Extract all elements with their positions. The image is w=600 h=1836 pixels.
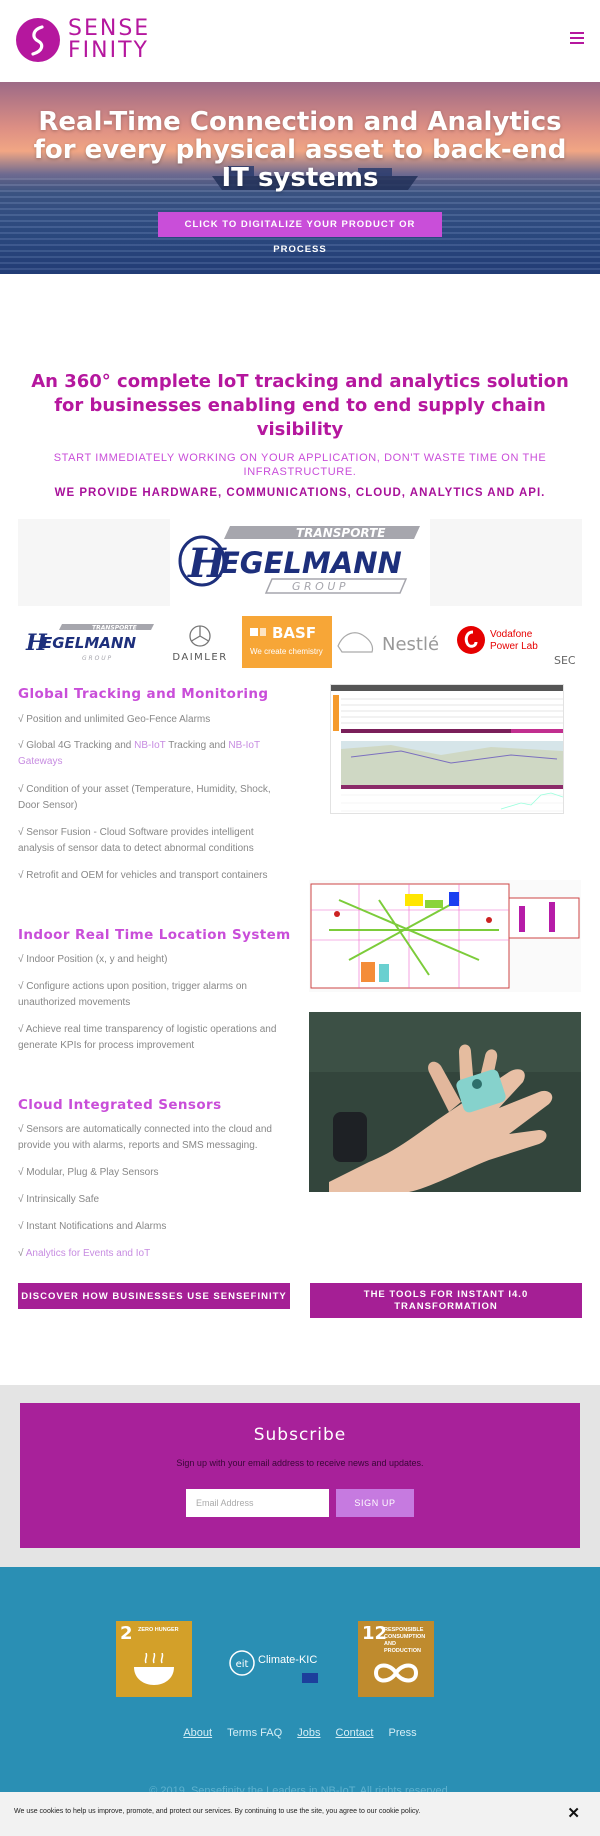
hegelmann-logo: TRANSPORTE H EGELMANN G R O U P bbox=[170, 519, 430, 606]
sign-up-button[interactable]: SIGN UP bbox=[336, 1489, 414, 1517]
sdg-zero-hunger-badge[interactable]: 2 ZERO HUNGER bbox=[116, 1621, 192, 1697]
client-logo-hegelmann: TRANSPORTE H EGELMANN G R O U P bbox=[22, 616, 156, 668]
eit-circle-icon: eit bbox=[229, 1650, 255, 1676]
logo-line-1: SENSE bbox=[68, 16, 151, 41]
client-logo-daimler: DAIMLER bbox=[160, 616, 240, 668]
hero-title: Real-Time Connection and Analytics for e… bbox=[33, 107, 567, 193]
cookie-text: We use cookies to help us improve, promo… bbox=[14, 1808, 421, 1815]
global-bullet-4: √ Sensor Fusion - Cloud Software provide… bbox=[18, 827, 254, 854]
hegelmann-banner: TRANSPORTE H EGELMANN G R O U P bbox=[18, 519, 582, 606]
analytics-events-link[interactable]: Analytics for Events and IoT bbox=[26, 1248, 151, 1259]
cloud-bullet-3: √ Intrinsically Safe bbox=[18, 1194, 100, 1205]
tools-transformation-button[interactable]: THE TOOLS FOR INSTANT I4.0 TRANSFORMATIO… bbox=[310, 1283, 582, 1318]
logo-line-2: FINITY bbox=[68, 38, 149, 63]
global-bullet-2: √ Global 4G Tracking and NB-IoT Tracking… bbox=[18, 738, 292, 770]
global-bullet-2-text-b: Tracking and bbox=[165, 740, 229, 751]
client-nestle-text: Nestlé bbox=[382, 634, 439, 655]
footer-link-terms-faq[interactable]: Terms FAQ bbox=[227, 1727, 282, 1739]
client-basf-sub: We create chemistry bbox=[250, 647, 323, 656]
indoor-bullet-1: √ Indoor Position (x, y and height) bbox=[18, 954, 168, 965]
hero-banner: Real-Time Connection and Analytics for e… bbox=[0, 82, 600, 274]
footer-link-about[interactable]: About bbox=[183, 1727, 212, 1739]
climate-kic-logo[interactable]: eit Climate-KIC bbox=[228, 1649, 322, 1691]
climate-kic-text: Climate-KIC bbox=[258, 1654, 318, 1666]
footer-link-jobs[interactable]: Jobs bbox=[297, 1727, 320, 1739]
footer-links: About Terms FAQ Jobs Contact Press bbox=[0, 1727, 600, 1739]
cloud-bullet-4: √ Instant Notifications and Alarms bbox=[18, 1221, 167, 1232]
sdg-2-number: 2 bbox=[120, 1623, 133, 1644]
sensefinity-logo-icon[interactable] bbox=[16, 18, 60, 62]
client-hegelmann-sub: G R O U P bbox=[82, 655, 112, 662]
client-basf-text: BASF bbox=[272, 624, 316, 642]
intro-heading: An 360° complete IoT tracking and analyt… bbox=[31, 371, 569, 440]
footer-link-contact[interactable]: Contact bbox=[336, 1727, 374, 1739]
cloud-bullet-1: √ Sensors are automatically connected in… bbox=[18, 1124, 272, 1151]
logo-wordmark[interactable]: SENSE FINITY bbox=[68, 18, 150, 62]
subscribe-text: Sign up with your email address to recei… bbox=[176, 1458, 424, 1468]
client-logo-sec: SEC bbox=[552, 616, 600, 668]
client-sec-text: SEC bbox=[554, 654, 576, 667]
cloud-sensors-title: Cloud Integrated Sensors bbox=[18, 1097, 222, 1113]
hegelmann-top-text: TRANSPORTE bbox=[296, 526, 386, 540]
hegelmann-main-text: EGELMANN bbox=[220, 546, 402, 580]
client-daimler-text: DAIMLER bbox=[172, 652, 227, 663]
sensor-on-hand-photo bbox=[309, 1012, 581, 1192]
eit-mark-text: eit bbox=[236, 1659, 249, 1670]
page: SENSE FINITY Real-Time Connection and An… bbox=[0, 0, 600, 1836]
client-hegelmann-main: EGELMANN bbox=[42, 634, 136, 652]
client-logo-nestle: Nestlé bbox=[334, 616, 448, 668]
indoor-floorplan-image bbox=[309, 880, 581, 992]
global-bullet-3: √ Condition of your asset (Temperature, … bbox=[18, 784, 271, 811]
subscribe-box: Subscribe Sign up with your email addres… bbox=[20, 1403, 580, 1548]
nbiot-link[interactable]: NB-IoT bbox=[134, 740, 166, 751]
sdg-12-label: RESPONSIBLE CONSUMPTION AND PRODUCTION bbox=[384, 1627, 426, 1654]
intro-subtitle-bold: WE PROVIDE HARDWARE, COMMUNICATIONS, CLO… bbox=[54, 487, 546, 499]
eu-flag-icon bbox=[302, 1673, 318, 1683]
global-bullet-1: √ Position and unlimited Geo-Fence Alarm… bbox=[18, 714, 211, 725]
footer-link-press[interactable]: Press bbox=[389, 1727, 417, 1739]
tracking-dashboard-image bbox=[330, 684, 564, 814]
client-logo-basf: BASF We create chemistry bbox=[242, 616, 332, 668]
client-logo-vodafone: Vodafone Power Lab bbox=[454, 616, 548, 668]
cookie-banner: We use cookies to help us improve, promo… bbox=[0, 1792, 600, 1836]
sdg-2-label: ZERO HUNGER bbox=[138, 1627, 179, 1633]
discover-businesses-button[interactable]: DISCOVER HOW BUSINESSES USE SENSEFINITY bbox=[18, 1283, 290, 1309]
hamburger-icon[interactable] bbox=[570, 32, 584, 44]
site-header: SENSE FINITY bbox=[0, 0, 600, 82]
global-bullet-5: √ Retrofit and OEM for vehicles and tran… bbox=[18, 870, 268, 881]
digitalize-cta-button[interactable]: CLICK TO DIGITALIZE YOUR PRODUCT OR PROC… bbox=[158, 212, 442, 255]
indoor-bullet-2: √ Configure actions upon position, trigg… bbox=[18, 981, 247, 1008]
intro-subtitle: START IMMEDIATELY WORKING ON YOUR APPLIC… bbox=[53, 452, 547, 478]
cloud-bullet-2: √ Modular, Plug & Play Sensors bbox=[18, 1167, 159, 1178]
subscribe-title: Subscribe bbox=[253, 1425, 347, 1445]
client-vodafone-sub: Power Lab bbox=[490, 641, 538, 652]
bowl-icon bbox=[134, 1653, 174, 1685]
cloud-bullet-5: √ Analytics for Events and IoT bbox=[18, 1246, 292, 1262]
infinity-loop-icon bbox=[373, 1663, 419, 1683]
client-vodafone-text: Vodafone bbox=[490, 629, 533, 640]
client-logos-row: TRANSPORTE H EGELMANN G R O U P DAIMLER … bbox=[0, 616, 600, 668]
close-icon[interactable]: ✕ bbox=[567, 1804, 580, 1822]
cloud-bullet-5-prefix: √ bbox=[18, 1248, 26, 1259]
client-hegelmann-top: TRANSPORTE bbox=[92, 625, 138, 632]
email-field[interactable] bbox=[186, 1489, 329, 1517]
hegelmann-sub-text: G R O U P bbox=[292, 580, 346, 593]
global-bullet-2-text-a: √ Global 4G Tracking and bbox=[18, 740, 135, 751]
global-tracking-title: Global Tracking and Monitoring bbox=[18, 686, 269, 702]
indoor-rtls-title: Indoor Real Time Location System bbox=[18, 927, 291, 943]
sdg-responsible-consumption-badge[interactable]: 12 RESPONSIBLE CONSUMPTION AND PRODUCTIO… bbox=[358, 1621, 434, 1697]
indoor-bullet-3: √ Achieve real time transparency of logi… bbox=[18, 1024, 277, 1051]
